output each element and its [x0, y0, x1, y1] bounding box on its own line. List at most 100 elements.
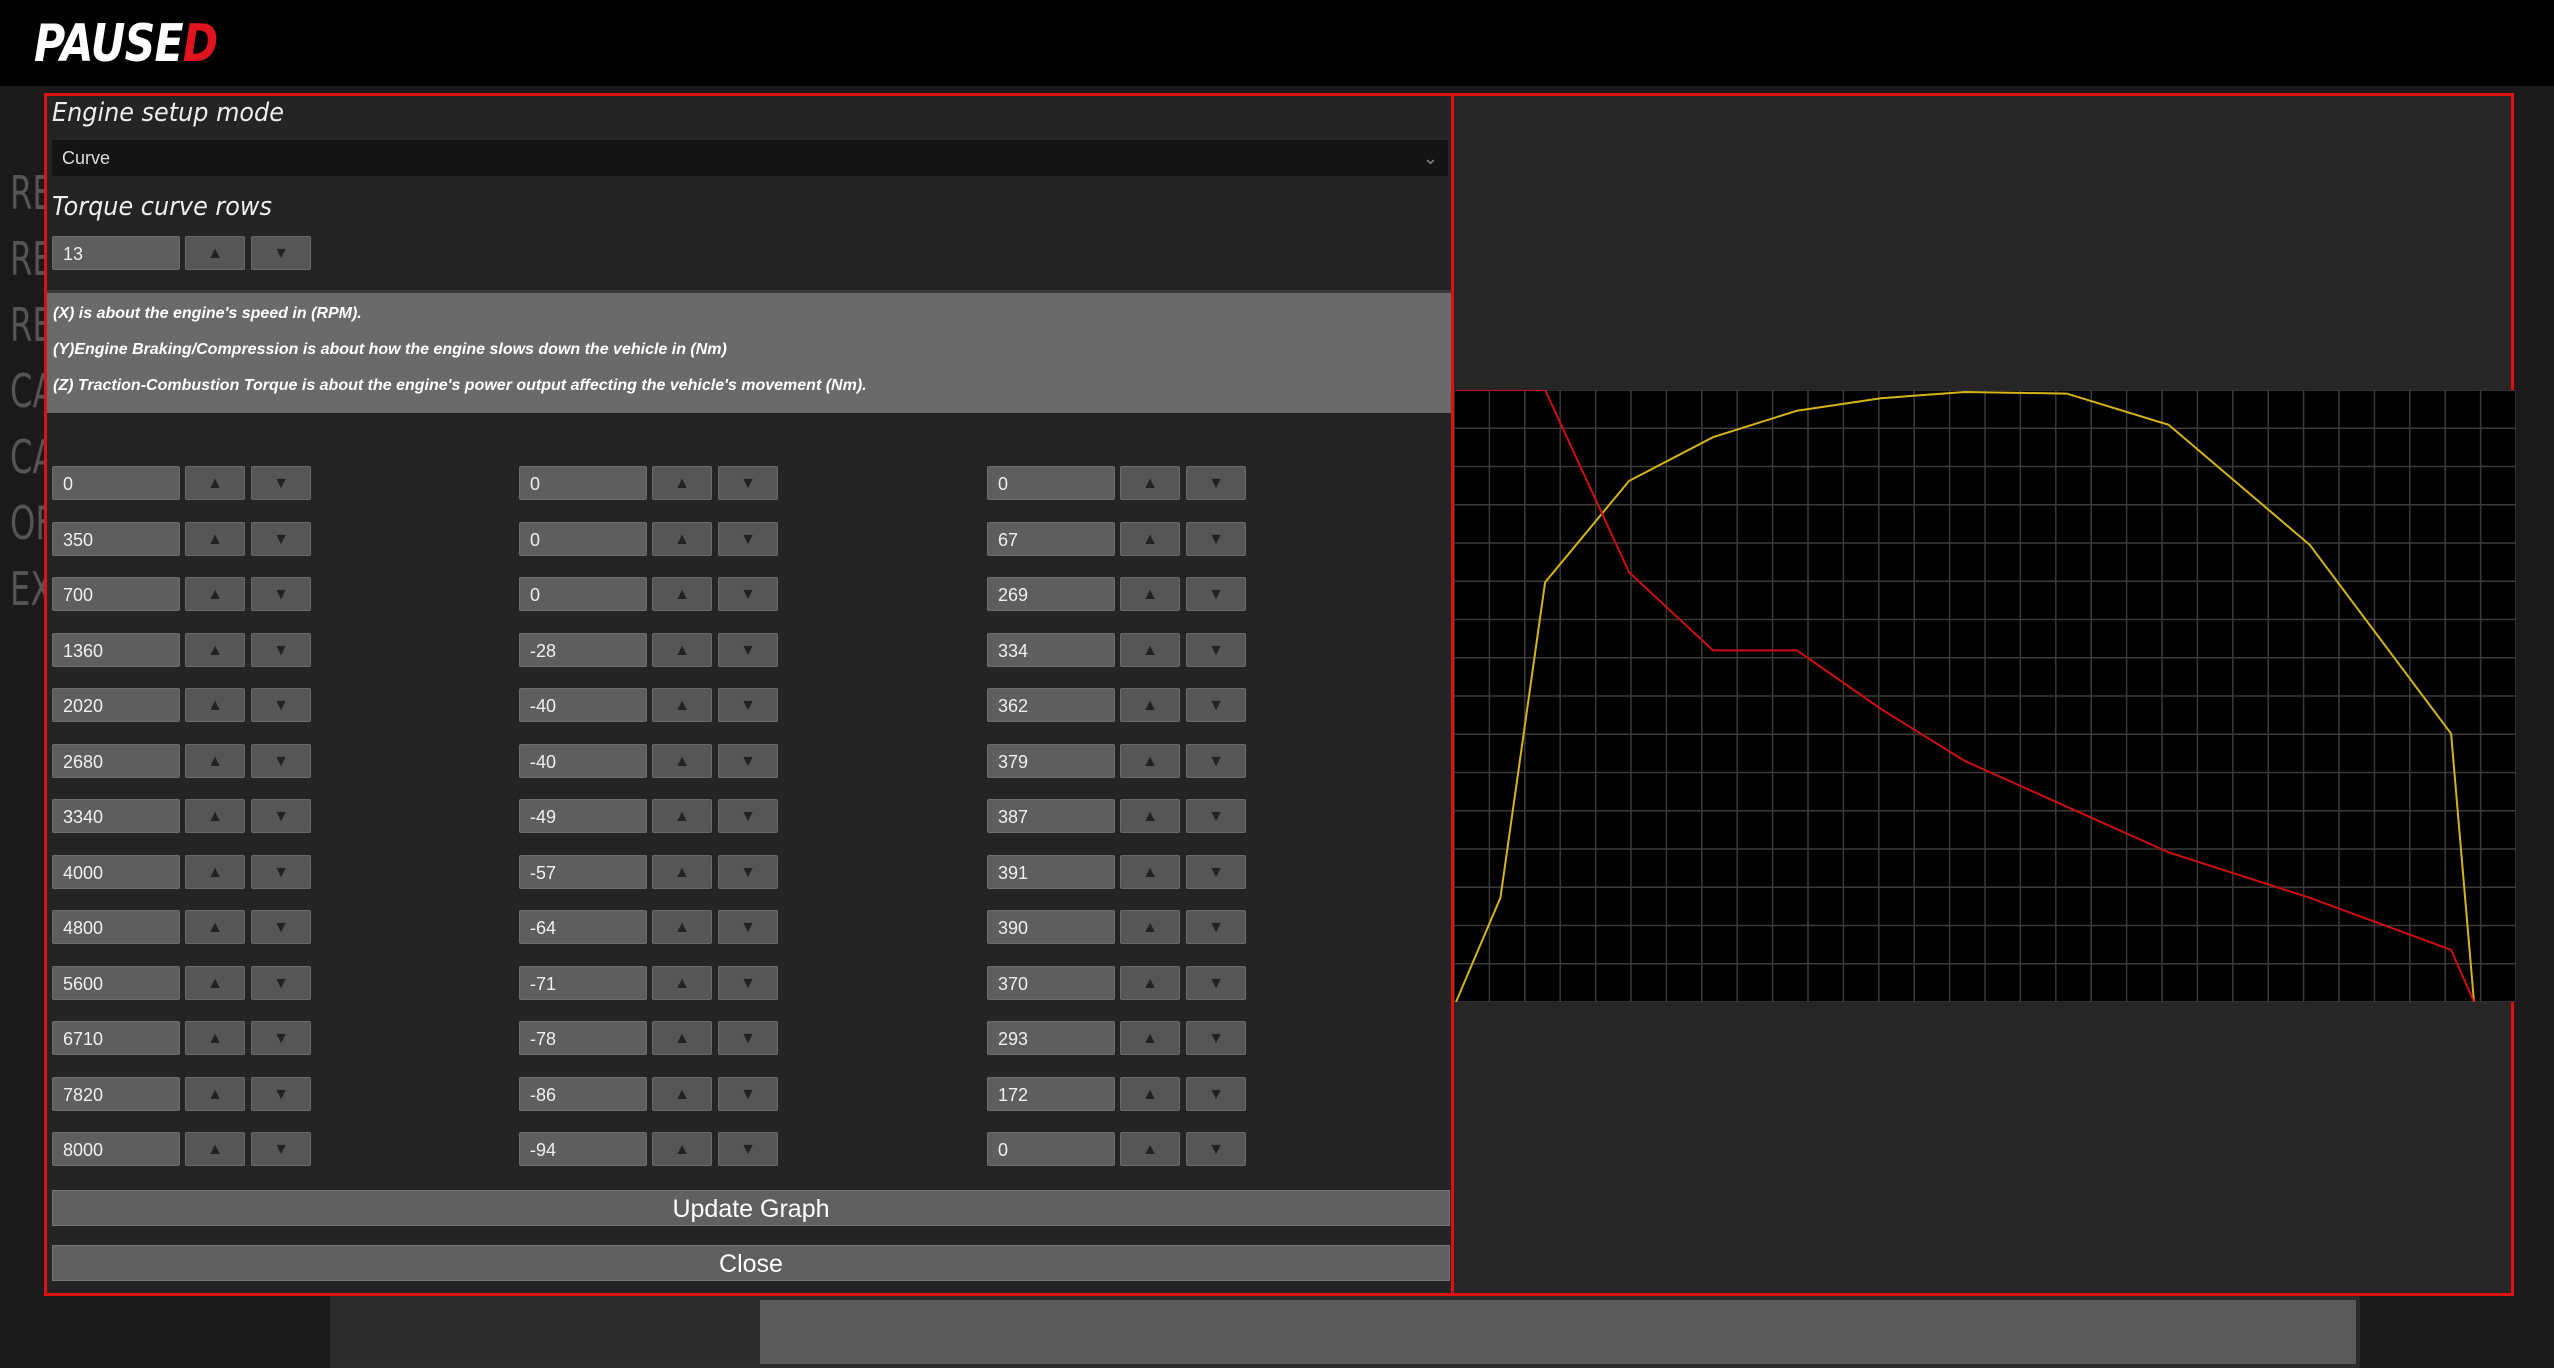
rpm-decrement-button[interactable]: ▼ — [251, 632, 311, 667]
rpm-increment-button[interactable]: ▲ — [185, 1132, 245, 1166]
braking-input[interactable]: -40 — [519, 743, 647, 778]
rows-increment-button[interactable]: ▲ — [185, 236, 245, 270]
torque-rows-input[interactable]: 13 — [52, 236, 180, 270]
torque-input[interactable]: 387 — [987, 799, 1115, 833]
rpm-increment-button[interactable]: ▲ — [185, 799, 245, 833]
braking-input[interactable]: -71 — [519, 965, 647, 1000]
torque-increment-button[interactable]: ▲ — [1120, 466, 1180, 500]
rpm-input[interactable]: 4000 — [52, 854, 180, 889]
braking-decrement-button[interactable]: ▼ — [718, 577, 778, 611]
torque-increment-button[interactable]: ▲ — [1120, 910, 1180, 944]
rpm-decrement-button[interactable]: ▼ — [251, 521, 311, 556]
close-button[interactable]: Close — [52, 1245, 1450, 1281]
torque-decrement-button[interactable]: ▼ — [1186, 521, 1246, 556]
torque-input[interactable]: 67 — [987, 521, 1115, 556]
rpm-decrement-button[interactable]: ▼ — [251, 577, 311, 611]
torque-input[interactable]: 334 — [987, 632, 1115, 667]
torque-input[interactable]: 0 — [987, 466, 1115, 500]
braking-decrement-button[interactable]: ▼ — [718, 854, 778, 889]
braking-decrement-button[interactable]: ▼ — [718, 1076, 778, 1111]
rpm-input[interactable]: 6710 — [52, 1021, 180, 1055]
torque-input[interactable]: 391 — [987, 854, 1115, 889]
braking-increment-button[interactable]: ▲ — [652, 688, 712, 722]
torque-decrement-button[interactable]: ▼ — [1186, 910, 1246, 944]
rpm-decrement-button[interactable]: ▼ — [251, 1021, 311, 1055]
braking-decrement-button[interactable]: ▼ — [718, 910, 778, 944]
braking-increment-button[interactable]: ▲ — [652, 910, 712, 944]
rpm-decrement-button[interactable]: ▼ — [251, 799, 311, 833]
torque-input[interactable]: 172 — [987, 1076, 1115, 1111]
braking-decrement-button[interactable]: ▼ — [718, 466, 778, 500]
torque-input[interactable]: 379 — [987, 743, 1115, 778]
braking-input[interactable]: -57 — [519, 854, 647, 889]
rpm-input[interactable]: 5600 — [52, 965, 180, 1000]
torque-input[interactable]: 370 — [987, 965, 1115, 1000]
braking-input[interactable]: -78 — [519, 1021, 647, 1055]
braking-increment-button[interactable]: ▲ — [652, 577, 712, 611]
rpm-increment-button[interactable]: ▲ — [185, 1076, 245, 1111]
torque-decrement-button[interactable]: ▼ — [1186, 1132, 1246, 1166]
braking-decrement-button[interactable]: ▼ — [718, 688, 778, 722]
braking-increment-button[interactable]: ▲ — [652, 1132, 712, 1166]
torque-decrement-button[interactable]: ▼ — [1186, 577, 1246, 611]
rpm-increment-button[interactable]: ▲ — [185, 521, 245, 556]
torque-decrement-button[interactable]: ▼ — [1186, 688, 1246, 722]
rpm-increment-button[interactable]: ▲ — [185, 743, 245, 778]
braking-increment-button[interactable]: ▲ — [652, 632, 712, 667]
braking-input[interactable]: 0 — [519, 521, 647, 556]
braking-input[interactable]: -86 — [519, 1076, 647, 1111]
torque-increment-button[interactable]: ▲ — [1120, 632, 1180, 667]
braking-input[interactable]: -28 — [519, 632, 647, 667]
braking-decrement-button[interactable]: ▼ — [718, 965, 778, 1000]
rpm-decrement-button[interactable]: ▼ — [251, 854, 311, 889]
rpm-decrement-button[interactable]: ▼ — [251, 466, 311, 500]
rpm-increment-button[interactable]: ▲ — [185, 632, 245, 667]
braking-input[interactable]: 0 — [519, 466, 647, 500]
rpm-input[interactable]: 700 — [52, 577, 180, 611]
torque-decrement-button[interactable]: ▼ — [1186, 1021, 1246, 1055]
torque-increment-button[interactable]: ▲ — [1120, 799, 1180, 833]
engine-setup-mode-select[interactable]: Curve ⌄ — [52, 140, 1448, 176]
torque-decrement-button[interactable]: ▼ — [1186, 1076, 1246, 1111]
torque-increment-button[interactable]: ▲ — [1120, 521, 1180, 556]
braking-input[interactable]: -40 — [519, 688, 647, 722]
rpm-increment-button[interactable]: ▲ — [185, 688, 245, 722]
torque-decrement-button[interactable]: ▼ — [1186, 743, 1246, 778]
rpm-increment-button[interactable]: ▲ — [185, 577, 245, 611]
rpm-input[interactable]: 3340 — [52, 799, 180, 833]
braking-decrement-button[interactable]: ▼ — [718, 521, 778, 556]
braking-increment-button[interactable]: ▲ — [652, 743, 712, 778]
torque-increment-button[interactable]: ▲ — [1120, 854, 1180, 889]
rpm-increment-button[interactable]: ▲ — [185, 854, 245, 889]
torque-decrement-button[interactable]: ▼ — [1186, 965, 1246, 1000]
rpm-input[interactable]: 2020 — [52, 688, 180, 722]
rpm-increment-button[interactable]: ▲ — [185, 466, 245, 500]
braking-decrement-button[interactable]: ▼ — [718, 799, 778, 833]
rpm-input[interactable]: 2680 — [52, 743, 180, 778]
torque-increment-button[interactable]: ▲ — [1120, 1021, 1180, 1055]
torque-increment-button[interactable]: ▲ — [1120, 965, 1180, 1000]
braking-increment-button[interactable]: ▲ — [652, 466, 712, 500]
rpm-decrement-button[interactable]: ▼ — [251, 1076, 311, 1111]
rpm-decrement-button[interactable]: ▼ — [251, 1132, 311, 1166]
rpm-input[interactable]: 350 — [52, 521, 180, 556]
braking-increment-button[interactable]: ▲ — [652, 799, 712, 833]
braking-decrement-button[interactable]: ▼ — [718, 1021, 778, 1055]
braking-decrement-button[interactable]: ▼ — [718, 743, 778, 778]
braking-input[interactable]: -49 — [519, 799, 647, 833]
torque-increment-button[interactable]: ▲ — [1120, 1132, 1180, 1166]
torque-input[interactable]: 390 — [987, 910, 1115, 944]
rpm-decrement-button[interactable]: ▼ — [251, 965, 311, 1000]
rpm-increment-button[interactable]: ▲ — [185, 965, 245, 1000]
torque-increment-button[interactable]: ▲ — [1120, 688, 1180, 722]
torque-decrement-button[interactable]: ▼ — [1186, 854, 1246, 889]
braking-input[interactable]: 0 — [519, 577, 647, 611]
braking-increment-button[interactable]: ▲ — [652, 1021, 712, 1055]
rpm-decrement-button[interactable]: ▼ — [251, 688, 311, 722]
torque-input[interactable]: 0 — [987, 1132, 1115, 1166]
torque-decrement-button[interactable]: ▼ — [1186, 632, 1246, 667]
rpm-input[interactable]: 4800 — [52, 910, 180, 944]
rpm-input[interactable]: 8000 — [52, 1132, 180, 1166]
torque-input[interactable]: 293 — [987, 1021, 1115, 1055]
update-graph-button[interactable]: Update Graph — [52, 1190, 1450, 1226]
